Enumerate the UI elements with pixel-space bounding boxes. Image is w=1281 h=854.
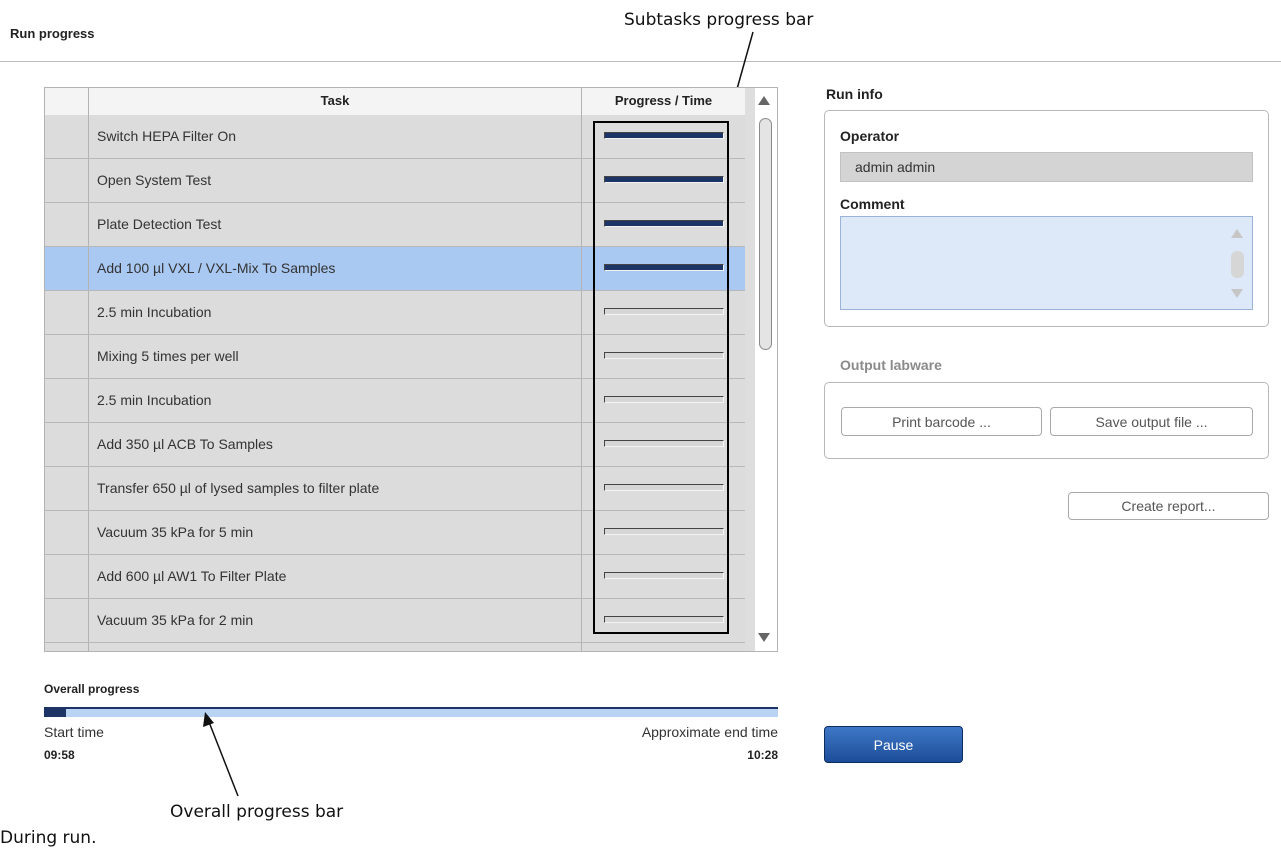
comment-scroll-down-icon[interactable] bbox=[1231, 289, 1243, 298]
save-output-file-button[interactable]: Save output file ... bbox=[1050, 407, 1253, 436]
subtasks-highlight-box bbox=[593, 121, 729, 634]
run-info-title: Run info bbox=[826, 86, 883, 102]
print-barcode-button[interactable]: Print barcode ... bbox=[841, 407, 1042, 436]
comment-scroll-up-icon[interactable] bbox=[1231, 229, 1243, 238]
row-index-cell bbox=[45, 511, 89, 554]
scroll-down-icon[interactable] bbox=[758, 633, 770, 642]
row-index-cell bbox=[45, 335, 89, 378]
start-time-label: Start time bbox=[44, 724, 104, 740]
page-title: Run progress bbox=[10, 26, 95, 41]
overall-progress-label: Overall progress bbox=[44, 682, 140, 696]
operator-label: Operator bbox=[840, 128, 900, 144]
row-index-cell bbox=[45, 379, 89, 422]
grid-header-task[interactable]: Task bbox=[89, 88, 582, 115]
row-index-cell bbox=[45, 203, 89, 246]
row-index-cell bbox=[45, 115, 89, 158]
row-index-cell bbox=[45, 159, 89, 202]
row-index-cell bbox=[45, 599, 89, 642]
end-time-value: 10:28 bbox=[747, 748, 778, 762]
end-time-label: Approximate end time bbox=[641, 724, 778, 740]
grid-header-index bbox=[45, 88, 89, 115]
pause-button[interactable]: Pause bbox=[824, 726, 963, 763]
task-name: Add 600 µl AW1 To Filter Plate bbox=[89, 555, 582, 598]
row-index-cell bbox=[45, 555, 89, 598]
progress-cell bbox=[582, 643, 745, 651]
table-row[interactable] bbox=[45, 643, 745, 651]
row-index-cell bbox=[45, 247, 89, 290]
task-name: Open System Test bbox=[89, 159, 582, 202]
overall-annotation-arrow bbox=[203, 712, 239, 797]
create-report-button[interactable]: Create report... bbox=[1068, 492, 1269, 520]
row-index-cell bbox=[45, 643, 89, 651]
row-index-cell bbox=[45, 423, 89, 466]
operator-field: admin admin bbox=[840, 152, 1253, 182]
task-name: Vacuum 35 kPa for 5 min bbox=[89, 511, 582, 554]
task-name: Switch HEPA Filter On bbox=[89, 115, 582, 158]
overall-progress-bar bbox=[44, 707, 778, 717]
subtasks-progress-annotation: Subtasks progress bar bbox=[624, 10, 814, 30]
comment-scroll-thumb[interactable] bbox=[1231, 251, 1244, 278]
scroll-up-icon[interactable] bbox=[758, 96, 770, 105]
caption: During run. bbox=[0, 828, 97, 848]
task-name: Mixing 5 times per well bbox=[89, 335, 582, 378]
output-labware-title: Output labware bbox=[840, 357, 942, 373]
scroll-thumb[interactable] bbox=[759, 118, 772, 350]
start-time-value: 09:58 bbox=[44, 748, 75, 762]
comment-label: Comment bbox=[840, 196, 905, 212]
comment-textarea[interactable] bbox=[840, 216, 1253, 310]
task-name: Transfer 650 µl of lysed samples to filt… bbox=[89, 467, 582, 510]
task-name: Plate Detection Test bbox=[89, 203, 582, 246]
overall-progress-fill bbox=[44, 709, 67, 717]
task-name: Add 350 µl ACB To Samples bbox=[89, 423, 582, 466]
task-name bbox=[89, 643, 582, 651]
overall-progress-annotation: Overall progress bar bbox=[170, 802, 344, 822]
grid-header: Task Progress / Time bbox=[45, 88, 745, 116]
grid-header-progress[interactable]: Progress / Time bbox=[582, 88, 745, 115]
row-index-cell bbox=[45, 467, 89, 510]
task-name: Add 100 µl VXL / VXL-Mix To Samples bbox=[89, 247, 582, 290]
header-divider bbox=[0, 61, 1281, 62]
task-name: Vacuum 35 kPa for 2 min bbox=[89, 599, 582, 642]
task-name: 2.5 min Incubation bbox=[89, 379, 582, 422]
row-index-cell bbox=[45, 291, 89, 334]
task-name: 2.5 min Incubation bbox=[89, 291, 582, 334]
